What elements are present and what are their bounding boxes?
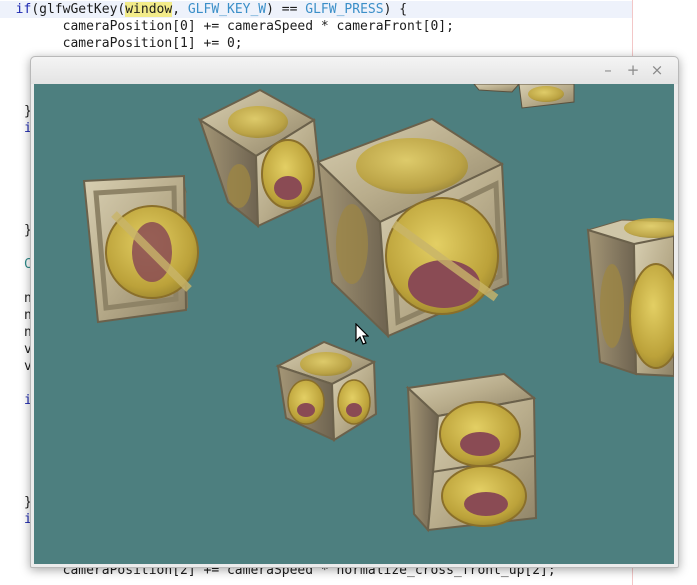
crate xyxy=(197,88,324,229)
crate xyxy=(586,218,674,378)
close-button[interactable]: × xyxy=(648,61,666,79)
crate xyxy=(473,84,575,109)
code-line-1[interactable]: if(glfwGetKey(window, GLFW_KEY_W) == GLF… xyxy=(0,1,632,18)
code-text: cameraPosition[0] += cameraSpeed * camer… xyxy=(62,19,454,34)
code-line-2[interactable]: cameraPosition[0] += cameraSpeed * camer… xyxy=(0,18,454,35)
mouse-cursor-icon xyxy=(355,323,369,345)
code-text: cameraPosition[1] += 0; xyxy=(62,36,243,51)
macro-press: GLFW_PRESS xyxy=(305,2,384,17)
window-titlebar[interactable]: – + × xyxy=(31,57,678,84)
maximize-button[interactable]: + xyxy=(624,61,642,79)
highlighted-window-token: window xyxy=(125,2,173,17)
scene-canvas xyxy=(82,84,674,533)
render-viewport[interactable] xyxy=(34,84,674,564)
minimize-button[interactable]: – xyxy=(599,61,617,79)
crate xyxy=(275,340,378,442)
code-text: ) == xyxy=(266,2,306,17)
keyword-if: if xyxy=(15,2,32,17)
code-text: , xyxy=(172,2,188,17)
code-text: (glfwGetKey( xyxy=(31,2,126,17)
macro-key-w: GLFW_KEY_W xyxy=(187,2,267,17)
code-line-3[interactable]: cameraPosition[1] += 0; xyxy=(0,35,243,52)
crate xyxy=(82,174,199,324)
code-text: ) { xyxy=(383,2,408,17)
opengl-window[interactable]: – + × xyxy=(30,56,679,568)
crate xyxy=(405,372,538,533)
crate xyxy=(316,117,510,339)
